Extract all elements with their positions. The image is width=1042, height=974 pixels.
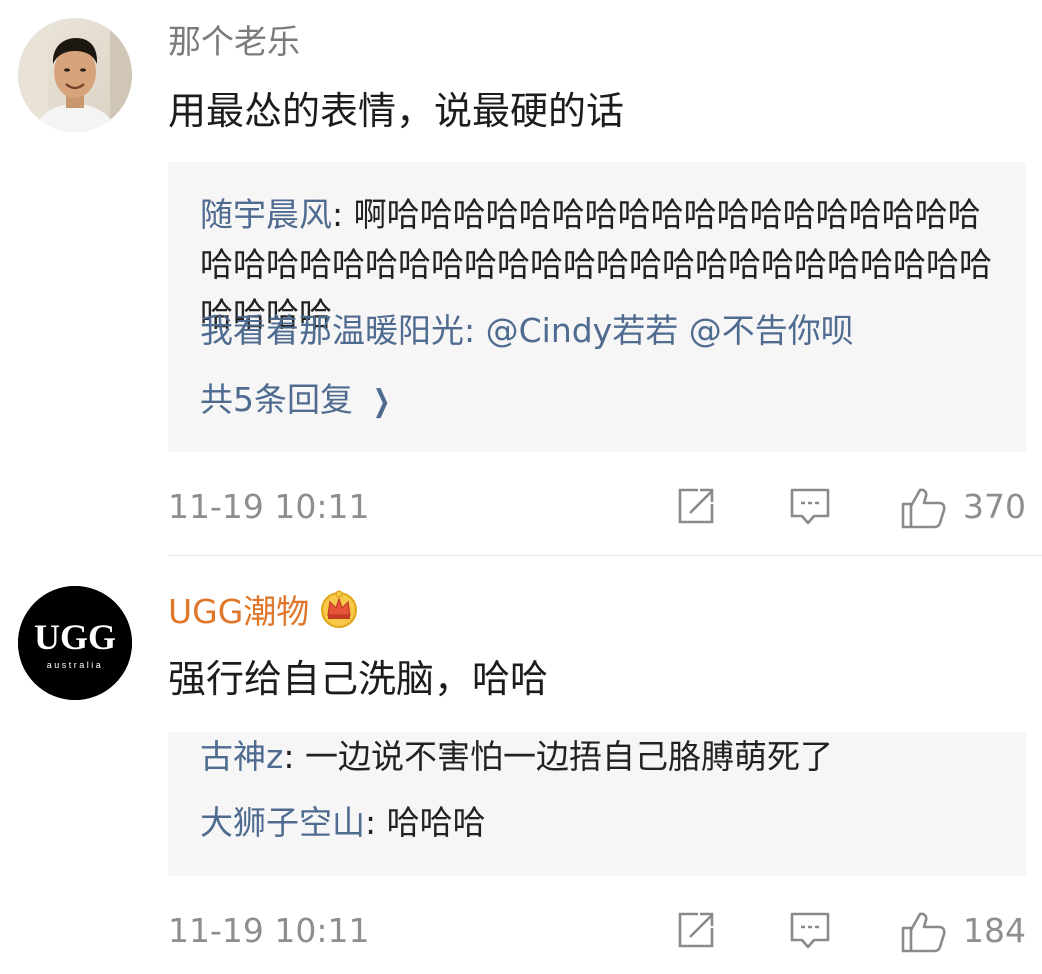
like-count: 370 [963, 487, 1026, 526]
reply-text[interactable]: @Cindy若若 @不告你呗 [486, 311, 854, 350]
svg-text:UGG: UGG [34, 617, 116, 657]
share-icon [678, 912, 714, 948]
thumbs-up-icon [901, 912, 946, 953]
reply-text: 一边说不害怕一边捂自己胳膊萌死了 [304, 737, 833, 776]
comment-meta: 11-19 10:11 370 [168, 484, 1026, 530]
chevron-right-icon: ❯ [372, 384, 391, 419]
comment-text: 强行给自己洗脑，哈哈 [168, 657, 549, 701]
reply-text: 哈哈哈 [386, 803, 486, 842]
reply-separator: : [283, 737, 305, 776]
comment-item: 那个老乐 用最怂的表情，说最硬的话 随宇晨风: 啊哈哈哈哈哈哈哈哈哈哈哈哈哈哈哈… [0, 0, 1042, 556]
more-replies-link[interactable]: 共5条回复 ❯ [200, 378, 394, 424]
comment-text: 用最怂的表情，说最硬的话 [168, 89, 625, 133]
share-button[interactable] [674, 486, 718, 528]
comment-username[interactable]: UGG潮物 [168, 588, 359, 639]
thumbs-up-icon [901, 488, 946, 529]
share-button[interactable] [674, 910, 718, 952]
reply-preview-box[interactable]: 随宇晨风: 啊哈哈哈哈哈哈哈哈哈哈哈哈哈哈哈哈哈哈哈哈哈哈哈哈哈哈哈哈哈哈哈哈哈… [168, 162, 1026, 452]
ugg-logo: UGG australia [18, 586, 132, 700]
timestamp: 11-19 10:11 [168, 487, 370, 526]
reply-item[interactable]: 大狮子空山: 哈哈哈 [200, 798, 998, 848]
like-button[interactable] [900, 910, 946, 953]
like-button[interactable] [900, 486, 946, 529]
svg-text:australia: australia [47, 660, 104, 670]
reply-author[interactable]: 古神z [200, 737, 283, 776]
avatar[interactable] [18, 18, 132, 132]
username-text: UGG潮物 [168, 592, 310, 631]
reply-separator: : [365, 803, 387, 842]
reply-author[interactable]: 随宇晨风 [200, 195, 332, 234]
comment-icon [790, 912, 830, 949]
reply-item[interactable]: 我看着那温暖阳光: @Cindy若若 @不告你呗 [200, 306, 998, 356]
reply-item[interactable]: 古神z: 一边说不害怕一边捂自己胳膊萌死了 [200, 732, 998, 782]
reply-button[interactable] [788, 910, 832, 952]
comment-meta: 11-19 10:11 184 [168, 908, 1026, 954]
reply-separator: : [332, 195, 354, 234]
timestamp: 11-19 10:11 [168, 911, 370, 950]
more-replies-label: 共5条回复 [200, 380, 353, 419]
share-icon [678, 488, 714, 524]
comment-username[interactable]: 那个老乐 [168, 20, 300, 64]
reply-author[interactable]: 我看着那温暖阳光 [200, 311, 464, 350]
reply-button[interactable] [788, 486, 832, 528]
reply-preview-box[interactable]: 古神z: 一边说不害怕一边捂自己胳膊萌死了 大狮子空山: 哈哈哈 [168, 732, 1026, 876]
reply-separator: : [464, 311, 486, 350]
like-count: 184 [963, 911, 1026, 950]
comment-item: UGG australia UGG潮物 强行给自己洗脑，哈哈 古神z: 一边说不… [0, 556, 1042, 974]
avatar[interactable]: UGG australia [18, 586, 132, 700]
crown-icon[interactable] [319, 588, 359, 639]
comment-icon [790, 488, 830, 525]
reply-author[interactable]: 大狮子空山 [200, 803, 365, 842]
